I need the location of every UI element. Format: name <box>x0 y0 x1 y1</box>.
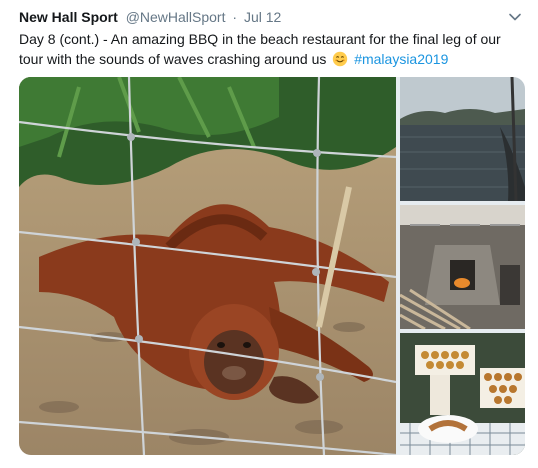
tweet-header: New Hall Sport @NewHallSport · Jul 12 <box>19 9 281 25</box>
photo-food-platter[interactable] <box>400 333 525 455</box>
user-handle[interactable]: @NewHallSport <box>126 9 226 25</box>
hashtag-link[interactable]: #malaysia2019 <box>354 51 448 67</box>
separator-dot: · <box>232 9 238 25</box>
tweet-card[interactable]: New Hall Sport @NewHallSport · Jul 12 Da… <box>0 0 538 468</box>
chevron-down-icon[interactable] <box>508 10 522 24</box>
smiling-face-emoji-icon <box>333 51 348 67</box>
food-platter-photo-icon <box>400 333 525 455</box>
orangutan-photo-icon <box>19 77 396 455</box>
photo-boat-lake[interactable] <box>400 77 525 201</box>
media-grid <box>19 77 525 455</box>
bbq-kitchen-photo-icon <box>400 205 525 329</box>
tweet-date[interactable]: Jul 12 <box>244 9 281 25</box>
tweet-text: Day 8 (cont.) - An amazing BBQ in the be… <box>19 29 519 69</box>
display-name[interactable]: New Hall Sport <box>19 9 118 25</box>
photo-bbq-kitchen[interactable] <box>400 205 525 329</box>
boat-lake-photo-icon <box>400 77 525 201</box>
photo-orangutan[interactable] <box>19 77 396 455</box>
